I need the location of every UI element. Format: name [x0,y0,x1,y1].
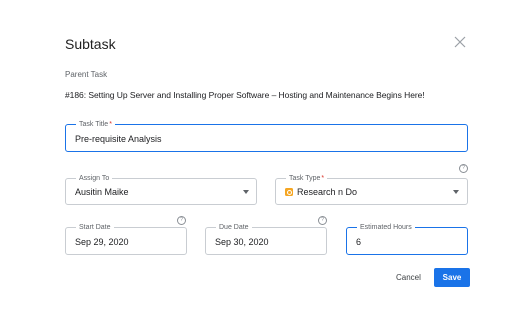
task-type-icon [285,188,293,196]
required-marker: * [321,175,325,182]
due-date-value[interactable]: Sep 30, 2020 [215,237,269,247]
estimated-hours-field[interactable]: Estimated Hours 6 [346,223,468,255]
help-icon[interactable]: ? [177,216,186,225]
save-button[interactable]: Save [434,268,470,287]
due-date-field[interactable]: Due Date Sep 30, 2020 [205,223,327,255]
estimated-hours-input[interactable]: 6 [356,237,361,247]
assign-to-select[interactable]: Assign To Ausitin Maike [65,174,257,205]
parent-task-value: #186: Setting Up Server and Installing P… [65,90,425,100]
task-title-field[interactable]: Task Title* Pre-requisite Analysis [65,120,468,152]
estimated-hours-label: Estimated Hours [357,223,415,232]
task-type-label: Task Type* [286,174,328,183]
close-icon[interactable] [452,34,468,50]
task-type-select[interactable]: Task Type* Research n Do [275,174,468,205]
help-icon[interactable]: ? [459,164,468,173]
chevron-down-icon[interactable] [453,190,459,194]
assign-to-value: Ausitin Maike [75,187,129,197]
task-title-label: Task Title* [76,120,115,129]
start-date-label: Start Date [76,223,114,232]
start-date-value[interactable]: Sep 29, 2020 [75,237,129,247]
task-title-input[interactable]: Pre-requisite Analysis [75,134,162,144]
help-icon[interactable]: ? [318,216,327,225]
task-type-value: Research n Do [297,187,358,197]
dialog-title: Subtask [65,36,116,52]
required-marker: * [109,121,112,128]
assign-to-label: Assign To [76,174,113,183]
start-date-field[interactable]: Start Date Sep 29, 2020 [65,223,187,255]
due-date-label: Due Date [216,223,252,232]
parent-task-label: Parent Task [65,70,108,79]
chevron-down-icon[interactable] [243,190,249,194]
cancel-button[interactable]: Cancel [396,273,421,282]
